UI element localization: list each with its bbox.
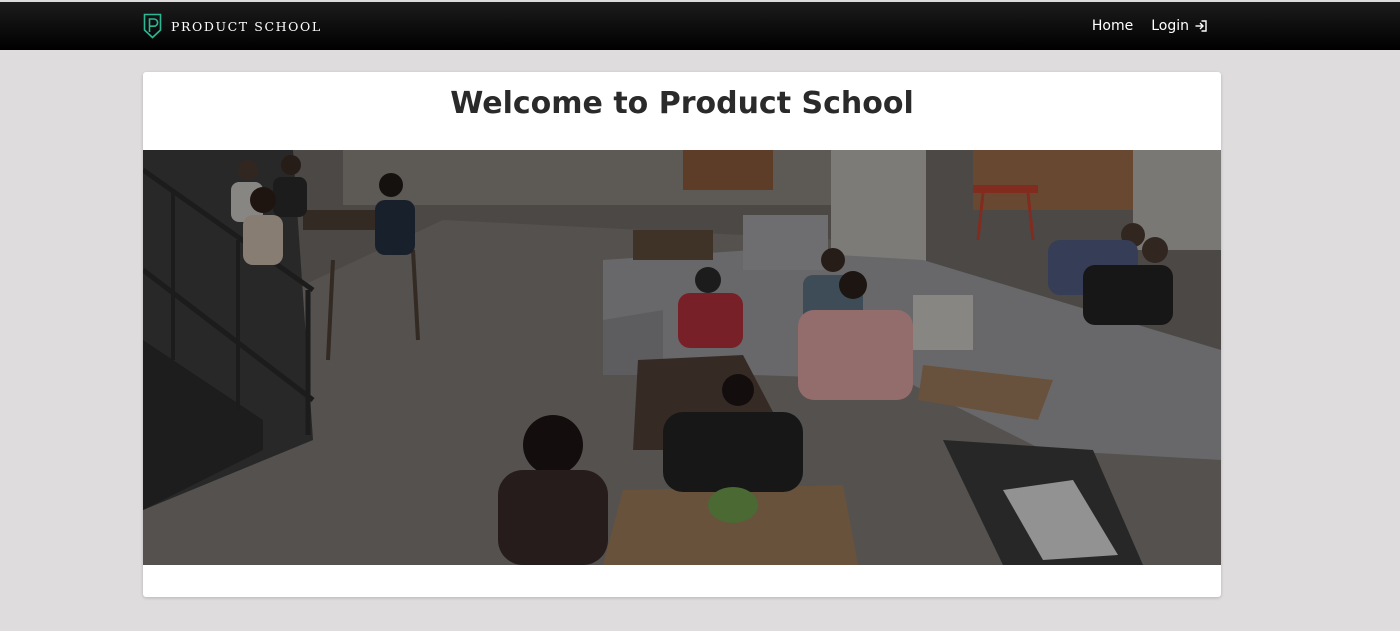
nav-links: Home Login <box>1092 2 1208 50</box>
product-school-logo-icon <box>143 13 162 39</box>
welcome-card: Welcome to Product School <box>143 72 1221 597</box>
brand-name: PRODUCT SCHOOL <box>171 18 322 34</box>
nav-login-label: Login <box>1151 18 1189 34</box>
nav-home-link[interactable]: Home <box>1092 18 1133 34</box>
nav-login-link[interactable]: Login <box>1151 18 1208 34</box>
page-title: Welcome to Product School <box>450 86 914 121</box>
nav-home-label: Home <box>1091 18 1134 34</box>
brand-home-link[interactable]: PRODUCT SCHOOL <box>143 13 322 39</box>
hero-image <box>143 150 1221 565</box>
top-navbar: PRODUCT SCHOOL Home Login <box>0 2 1400 50</box>
login-arrow-icon <box>1195 20 1207 32</box>
